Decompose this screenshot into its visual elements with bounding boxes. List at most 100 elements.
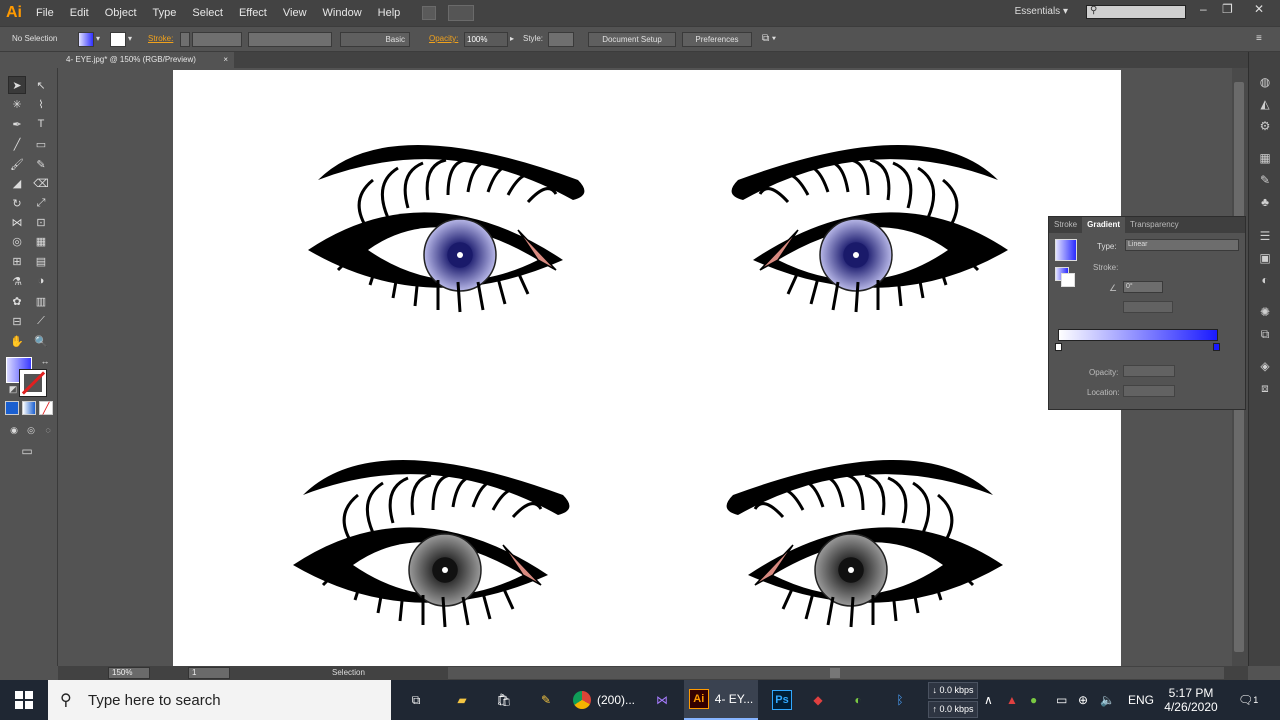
- gradient-stop-start[interactable]: [1055, 343, 1062, 351]
- menu-edit[interactable]: Edit: [62, 0, 97, 26]
- mesh-tool-icon[interactable]: ⊞: [8, 252, 26, 270]
- type-tool-icon[interactable]: T: [32, 115, 50, 133]
- aspect-ratio-field[interactable]: [1123, 301, 1173, 313]
- slice-tool-icon[interactable]: ⟋: [32, 312, 50, 330]
- location-field[interactable]: [1123, 385, 1175, 397]
- document-setup-button[interactable]: Document Setup: [588, 32, 676, 47]
- draw-behind-icon[interactable]: ◎: [22, 421, 40, 439]
- chevron-right-icon[interactable]: ▸: [510, 32, 514, 46]
- scrollbar-thumb[interactable]: [830, 668, 840, 678]
- rectangle-tool-icon[interactable]: ▭: [32, 135, 50, 153]
- artboard-tool-icon[interactable]: ⊟: [8, 312, 26, 330]
- stroke-indicator[interactable]: [1061, 273, 1075, 287]
- brushes-icon[interactable]: ✎: [1257, 172, 1273, 188]
- line-tool-icon[interactable]: ╱: [8, 135, 26, 153]
- artboards-icon[interactable]: ⧈: [1257, 380, 1273, 396]
- gradient-tool-icon[interactable]: ▤: [32, 252, 50, 270]
- horizontal-scrollbar[interactable]: [448, 667, 1224, 679]
- app-icon[interactable]: ◆: [800, 680, 836, 720]
- bridge-icon[interactable]: [422, 6, 437, 20]
- arrange-documents-icon[interactable]: [448, 5, 475, 21]
- menu-window[interactable]: Window: [315, 0, 370, 26]
- pen-tool-icon[interactable]: ✒: [8, 115, 26, 133]
- layers-icon[interactable]: ◈: [1257, 358, 1273, 374]
- color-mode-icon[interactable]: [5, 401, 19, 415]
- brush-dropdown[interactable]: Basic: [340, 32, 410, 47]
- network-icon[interactable]: ⊕: [1078, 680, 1088, 720]
- stroke-weight-field[interactable]: [192, 32, 242, 47]
- gradient-mode-icon[interactable]: [22, 401, 36, 415]
- chrome-taskbar-item[interactable]: (200)...: [568, 680, 640, 720]
- none-mode-icon[interactable]: ╱: [39, 401, 53, 415]
- paintbrush-tool-icon[interactable]: 🖌: [8, 155, 26, 173]
- arrange-icon[interactable]: ⧉ ▾: [762, 32, 776, 46]
- tab-transparency[interactable]: Transparency: [1125, 217, 1184, 233]
- style-dropdown[interactable]: [548, 32, 574, 47]
- tray-app-icon[interactable]: ▲: [1006, 680, 1018, 720]
- transparency-icon[interactable]: ◐: [1257, 272, 1273, 288]
- swatches-icon[interactable]: ▦: [1257, 150, 1273, 166]
- blob-brush-tool-icon[interactable]: ◢: [8, 174, 26, 192]
- store-icon[interactable]: 🛍: [484, 680, 524, 720]
- default-colors-icon[interactable]: ◩: [4, 380, 22, 398]
- zoom-tool-icon[interactable]: 🔍: [32, 332, 50, 350]
- panel-menu-icon[interactable]: ≡: [1256, 32, 1262, 46]
- perspective-grid-tool-icon[interactable]: ▦: [32, 232, 50, 250]
- color-guide-icon[interactable]: ◭: [1257, 96, 1273, 112]
- magic-wand-tool-icon[interactable]: ✳: [8, 95, 26, 113]
- graphic-styles-icon[interactable]: ⧉: [1257, 326, 1273, 342]
- app-icon[interactable]: ✎: [526, 680, 566, 720]
- eyedropper-tool-icon[interactable]: ⚗: [8, 272, 26, 290]
- stroke-color-swatch[interactable]: [19, 369, 47, 397]
- tray-app-icon[interactable]: ●: [1030, 680, 1037, 720]
- chevron-down-icon[interactable]: ▾: [96, 32, 100, 46]
- screen-mode-icon[interactable]: ▭: [18, 442, 36, 460]
- appearance-icon[interactable]: ✺: [1257, 304, 1273, 320]
- volume-icon[interactable]: 🔈: [1100, 680, 1115, 720]
- draw-inside-icon[interactable]: ◌: [39, 421, 57, 439]
- stroke-stepper[interactable]: [180, 32, 190, 47]
- search-input[interactable]: [1086, 5, 1186, 19]
- shape-builder-tool-icon[interactable]: ◎: [8, 232, 26, 250]
- gradient-slider[interactable]: [1058, 329, 1218, 341]
- color-panel-icon[interactable]: ◍: [1257, 74, 1273, 90]
- artboard-number-field[interactable]: 1: [188, 667, 230, 679]
- rotate-tool-icon[interactable]: ↻: [8, 194, 26, 212]
- stroke-swatch[interactable]: [110, 32, 126, 47]
- symbol-sprayer-tool-icon[interactable]: ✿: [8, 292, 26, 310]
- tab-gradient[interactable]: Gradient: [1082, 217, 1126, 233]
- menu-object[interactable]: Object: [97, 0, 145, 26]
- close-tab-icon[interactable]: ×: [223, 52, 228, 68]
- stroke-panel-icon[interactable]: ☰: [1257, 228, 1273, 244]
- visual-studio-icon[interactable]: ⋈: [642, 680, 682, 720]
- lasso-tool-icon[interactable]: ⌇: [32, 95, 50, 113]
- task-view-icon[interactable]: ⧉: [396, 680, 436, 720]
- chevron-down-icon[interactable]: ▾: [128, 32, 132, 46]
- image-trace-icon[interactable]: ⚙: [1257, 118, 1273, 134]
- artboard[interactable]: [173, 70, 1121, 666]
- menu-view[interactable]: View: [275, 0, 315, 26]
- menu-effect[interactable]: Effect: [231, 0, 275, 26]
- taskbar-search[interactable]: ⚲ Type here to search: [48, 680, 391, 720]
- restore-button[interactable]: ❐: [1222, 2, 1233, 16]
- file-explorer-icon[interactable]: ▰: [442, 680, 482, 720]
- gradient-stop-end[interactable]: [1213, 343, 1220, 351]
- opacity-field[interactable]: [1123, 365, 1175, 377]
- swap-colors-icon[interactable]: ↔: [36, 352, 54, 370]
- direct-selection-tool-icon[interactable]: ↖: [32, 76, 50, 94]
- tray-chevron-icon[interactable]: ∧: [984, 680, 993, 720]
- stroke-label[interactable]: Stroke:: [148, 32, 173, 46]
- clock[interactable]: 5:17 PM 4/26/2020: [1164, 680, 1218, 720]
- gradient-type-dropdown[interactable]: Linear: [1125, 239, 1239, 251]
- document-tab[interactable]: 4- EYE.jpg* @ 150% (RGB/Preview) ×: [58, 52, 234, 68]
- blend-tool-icon[interactable]: ◑: [32, 272, 50, 290]
- angle-field[interactable]: 0°: [1123, 281, 1163, 293]
- width-tool-icon[interactable]: ⋈: [8, 213, 26, 231]
- start-button[interactable]: [0, 680, 48, 720]
- photoshop-taskbar-item[interactable]: Ps: [762, 680, 802, 720]
- battery-icon[interactable]: ▭: [1056, 680, 1067, 720]
- gradient-panel-icon[interactable]: ▣: [1257, 250, 1273, 266]
- notifications-icon[interactable]: 🗨 1: [1238, 680, 1258, 720]
- gradient-fill-thumbnail[interactable]: [1055, 239, 1077, 261]
- selection-tool-icon[interactable]: ➤: [8, 76, 26, 94]
